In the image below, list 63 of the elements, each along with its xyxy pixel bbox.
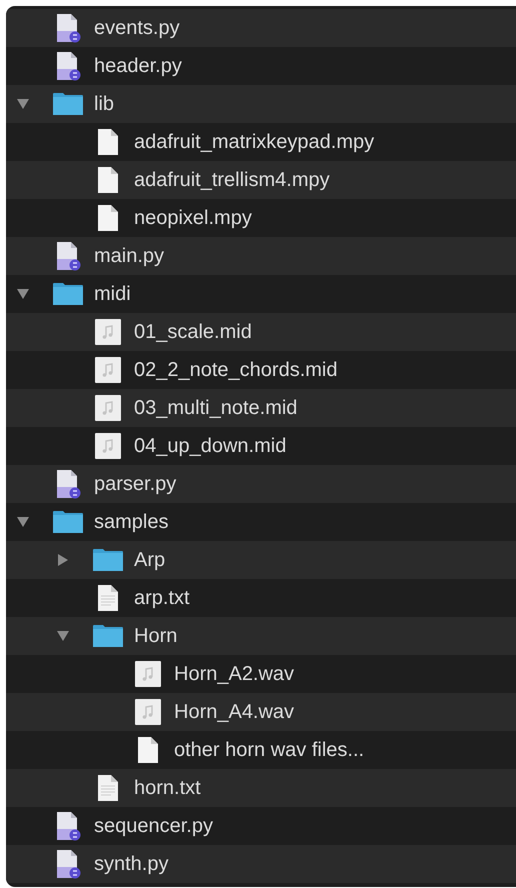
folder-icon — [52, 92, 84, 116]
script-file-icon — [55, 51, 81, 81]
file-name: sequencer.py — [94, 814, 213, 838]
file-name: 01_scale.mid — [134, 320, 252, 344]
collapse-triangle-icon[interactable] — [16, 515, 30, 529]
file-name: samples — [94, 510, 168, 534]
music-file-icon — [134, 660, 162, 688]
music-file-icon — [94, 318, 122, 346]
file-name: Arp — [134, 548, 166, 572]
file-row[interactable]: main.py — [6, 237, 516, 275]
file-row[interactable]: adafruit_trellism4.mpy — [6, 161, 516, 199]
script-file-icon — [55, 469, 81, 499]
music-file-icon — [94, 394, 122, 422]
script-file-icon — [55, 13, 81, 43]
file-name: 03_multi_note.mid — [134, 396, 298, 420]
collapse-triangle-icon[interactable] — [16, 287, 30, 301]
document-icon — [97, 128, 119, 156]
file-name: synth.py — [94, 852, 168, 876]
document-icon — [137, 736, 159, 764]
text-file-icon — [97, 584, 119, 612]
script-file-icon — [55, 849, 81, 879]
file-name: neopixel.mpy — [134, 206, 252, 230]
file-row[interactable]: synth.py — [6, 845, 516, 883]
file-row[interactable]: lib — [6, 85, 516, 123]
file-name: midi — [94, 282, 131, 306]
folder-icon — [92, 624, 124, 648]
collapse-triangle-icon[interactable] — [16, 97, 30, 111]
file-row[interactable]: Horn — [6, 617, 516, 655]
file-name: Horn_A4.wav — [174, 700, 294, 724]
file-name: arp.txt — [134, 586, 190, 610]
file-name: header.py — [94, 54, 182, 78]
music-file-icon — [94, 356, 122, 384]
file-name: adafruit_trellism4.mpy — [134, 168, 330, 192]
file-row[interactable]: events.py — [6, 9, 516, 47]
text-file-icon — [97, 774, 119, 802]
file-row[interactable]: Horn_A4.wav — [6, 693, 516, 731]
folder-icon — [92, 548, 124, 572]
music-file-icon — [134, 698, 162, 726]
file-name: Horn_A2.wav — [174, 662, 294, 686]
file-name: events.py — [94, 16, 180, 40]
file-name: adafruit_matrixkeypad.mpy — [134, 130, 374, 154]
file-name: 04_up_down.mid — [134, 434, 286, 458]
file-name: Horn — [134, 624, 178, 648]
file-row[interactable]: 03_multi_note.mid — [6, 389, 516, 427]
document-icon — [97, 166, 119, 194]
file-row[interactable]: Arp — [6, 541, 516, 579]
file-name: main.py — [94, 244, 164, 268]
file-name: horn.txt — [134, 776, 201, 800]
file-name: lib — [94, 92, 114, 116]
file-row[interactable]: horn.txt — [6, 769, 516, 807]
file-row[interactable]: 01_scale.mid — [6, 313, 516, 351]
file-name: parser.py — [94, 472, 176, 496]
folder-icon — [52, 282, 84, 306]
file-row[interactable]: parser.py — [6, 465, 516, 503]
script-file-icon — [55, 241, 81, 271]
file-name: other horn wav files... — [174, 738, 364, 762]
document-icon — [97, 204, 119, 232]
music-file-icon — [94, 432, 122, 460]
script-file-icon — [55, 811, 81, 841]
folder-icon — [52, 510, 84, 534]
file-name: 02_2_note_chords.mid — [134, 358, 338, 382]
expand-triangle-icon[interactable] — [56, 553, 70, 567]
collapse-triangle-icon[interactable] — [56, 629, 70, 643]
